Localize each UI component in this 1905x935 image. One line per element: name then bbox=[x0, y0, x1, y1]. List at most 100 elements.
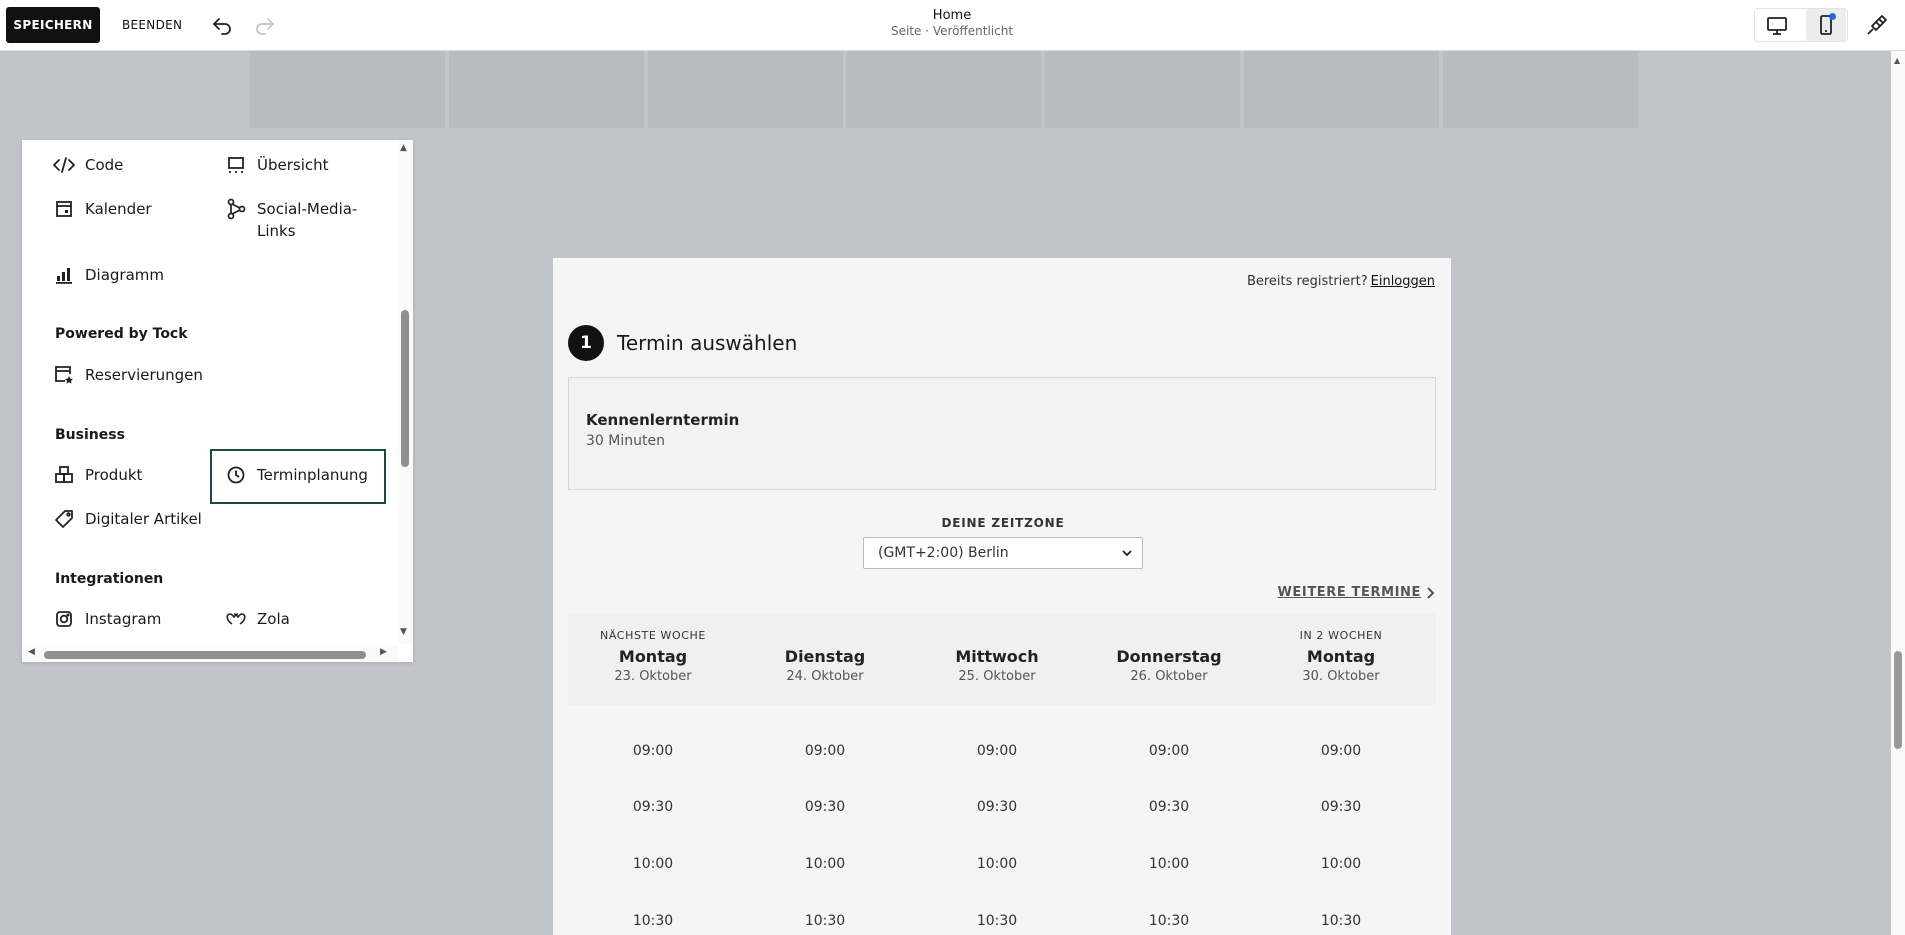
block-item-product[interactable]: Produkt bbox=[52, 464, 142, 486]
timezone-label: DEINE ZEITZONE bbox=[941, 516, 1065, 530]
day-date: 24. Oktober bbox=[786, 669, 864, 684]
time-slot[interactable]: 09:00 bbox=[593, 743, 713, 759]
time-slot[interactable]: 10:30 bbox=[937, 913, 1057, 929]
gallery-image bbox=[648, 51, 843, 128]
notification-dot bbox=[1829, 13, 1836, 20]
appointment-type-card[interactable] bbox=[568, 377, 1436, 490]
time-slot[interactable]: 09:30 bbox=[765, 799, 885, 815]
clock-icon bbox=[224, 464, 248, 486]
code-icon bbox=[52, 154, 76, 176]
editor-toolbar: SPEICHERN BEENDEN Home Seite · Veröffent… bbox=[0, 0, 1905, 51]
day-name: Montag bbox=[618, 647, 688, 666]
time-slot[interactable]: 09:30 bbox=[937, 799, 1057, 815]
block-item-scheduling[interactable]: Terminplanung bbox=[224, 464, 368, 486]
time-slot[interactable]: 10:00 bbox=[765, 856, 885, 872]
time-slot[interactable]: 10:30 bbox=[1109, 913, 1229, 929]
page-scroll-up-arrow[interactable]: ▲ bbox=[1894, 56, 1900, 65]
login-prompt: Bereits registriert? Einloggen bbox=[1246, 274, 1435, 289]
page-scrollbar[interactable] bbox=[1891, 51, 1905, 935]
timezone-value: (GMT+2:00) Berlin bbox=[878, 545, 1009, 561]
section-heading-business: Business bbox=[55, 427, 125, 443]
scroll-down-arrow[interactable]: ▼ bbox=[400, 627, 407, 637]
gallery-image bbox=[1045, 51, 1240, 128]
appointment-name: Kennenlerntermin bbox=[586, 411, 740, 429]
time-slot[interactable]: 10:00 bbox=[1109, 856, 1229, 872]
page-title[interactable]: Home bbox=[852, 8, 1052, 23]
more-dates-link[interactable]: WEITERE TERMINE bbox=[1277, 585, 1435, 600]
time-slot[interactable]: 10:30 bbox=[1281, 913, 1401, 929]
gallery-image bbox=[846, 51, 1041, 128]
block-item-reservations[interactable]: Reservierungen bbox=[52, 364, 203, 386]
block-item-zola[interactable]: Zola bbox=[224, 608, 290, 630]
time-slot[interactable]: 09:00 bbox=[1281, 743, 1401, 759]
chart-icon bbox=[52, 264, 76, 286]
step-title: Termin auswählen bbox=[617, 331, 798, 355]
calendar-icon bbox=[52, 198, 76, 220]
scroll-right-arrow[interactable]: ▶ bbox=[380, 647, 387, 657]
chevron-right-icon bbox=[1427, 586, 1435, 599]
block-item-chart[interactable]: Diagramm bbox=[52, 264, 164, 286]
social-links-icon bbox=[224, 198, 248, 220]
block-item-digital-product[interactable]: Digitaler Artikel bbox=[52, 508, 202, 530]
week-label: NÄCHSTE WOCHE bbox=[600, 629, 706, 642]
day-date: 23. Oktober bbox=[614, 669, 692, 684]
add-block-panel: Code Übersicht Kalender Social-Media- Li… bbox=[22, 140, 413, 662]
time-slot[interactable]: 09:30 bbox=[1109, 799, 1229, 815]
gallery-image bbox=[1443, 51, 1638, 128]
block-item-label: Social-Media- bbox=[257, 200, 358, 218]
exit-button[interactable]: BEENDEN bbox=[112, 7, 192, 43]
scroll-left-arrow[interactable]: ◀ bbox=[28, 647, 35, 657]
block-item-label-line2: Links bbox=[257, 222, 296, 240]
section-heading-tock: Powered by Tock bbox=[55, 326, 188, 342]
page-status: Seite · Veröffentlicht bbox=[890, 24, 1014, 38]
undo-icon[interactable] bbox=[210, 13, 234, 37]
time-slot[interactable]: 09:30 bbox=[593, 799, 713, 815]
day-column-header: Donnerstag 26. Oktober bbox=[1083, 629, 1255, 684]
block-item-instagram[interactable]: Instagram bbox=[52, 608, 161, 630]
gallery-image bbox=[1244, 51, 1439, 128]
site-styles-icon[interactable] bbox=[1864, 12, 1890, 38]
time-slot[interactable]: 10:30 bbox=[765, 913, 885, 929]
product-icon bbox=[52, 464, 76, 486]
day-name: Donnerstag bbox=[1116, 647, 1222, 666]
scroll-up-arrow[interactable]: ▲ bbox=[400, 143, 407, 153]
panel-vertical-scroll-thumb[interactable] bbox=[401, 310, 409, 467]
week-label bbox=[911, 629, 1083, 645]
timezone-select[interactable]: (GMT+2:00) Berlin bbox=[863, 537, 1143, 569]
day-column-header: IN 2 WOCHEN Montag 30. Oktober bbox=[1255, 629, 1427, 684]
section-heading-integrations: Integrationen bbox=[55, 571, 164, 587]
redo-icon[interactable] bbox=[253, 13, 277, 37]
panel-horizontal-scroll-thumb[interactable] bbox=[44, 651, 366, 659]
save-button[interactable]: SPEICHERN bbox=[6, 7, 100, 43]
block-item-calendar[interactable]: Kalender bbox=[52, 198, 152, 220]
page-scrollbar-thumb[interactable] bbox=[1894, 651, 1902, 749]
step-number-badge: 1 bbox=[568, 325, 604, 361]
appointment-duration: 30 Minuten bbox=[586, 433, 665, 449]
reservation-icon bbox=[52, 364, 76, 386]
time-slot[interactable]: 09:00 bbox=[765, 743, 885, 759]
day-name: Montag bbox=[1306, 647, 1376, 666]
day-column-header: Mittwoch 25. Oktober bbox=[911, 629, 1083, 684]
day-date: 26. Oktober bbox=[1130, 669, 1208, 684]
tag-icon bbox=[52, 508, 76, 530]
day-date: 25. Oktober bbox=[958, 669, 1036, 684]
time-slot[interactable]: 10:00 bbox=[1281, 856, 1401, 872]
gallery-image bbox=[250, 51, 445, 128]
week-label: IN 2 WOCHEN bbox=[1299, 629, 1383, 642]
week-label bbox=[739, 629, 911, 645]
scheduling-block[interactable]: Bereits registriert? Einloggen 1 Termin a… bbox=[553, 258, 1451, 935]
time-slot[interactable]: 10:00 bbox=[937, 856, 1057, 872]
chevron-down-icon bbox=[1122, 550, 1132, 557]
time-slot[interactable]: 10:30 bbox=[593, 913, 713, 929]
gallery-image bbox=[449, 51, 644, 128]
desktop-view-icon[interactable] bbox=[1764, 13, 1790, 37]
block-item-social-links[interactable]: Social-Media- Links bbox=[224, 198, 357, 242]
time-slot[interactable]: 10:00 bbox=[593, 856, 713, 872]
block-item-code[interactable]: Code bbox=[52, 154, 123, 176]
instagram-icon bbox=[52, 608, 76, 630]
time-slot[interactable]: 09:00 bbox=[937, 743, 1057, 759]
time-slot[interactable]: 09:30 bbox=[1281, 799, 1401, 815]
block-item-summary[interactable]: Übersicht bbox=[224, 154, 329, 176]
login-link[interactable]: Einloggen bbox=[1371, 274, 1435, 289]
time-slot[interactable]: 09:00 bbox=[1109, 743, 1229, 759]
